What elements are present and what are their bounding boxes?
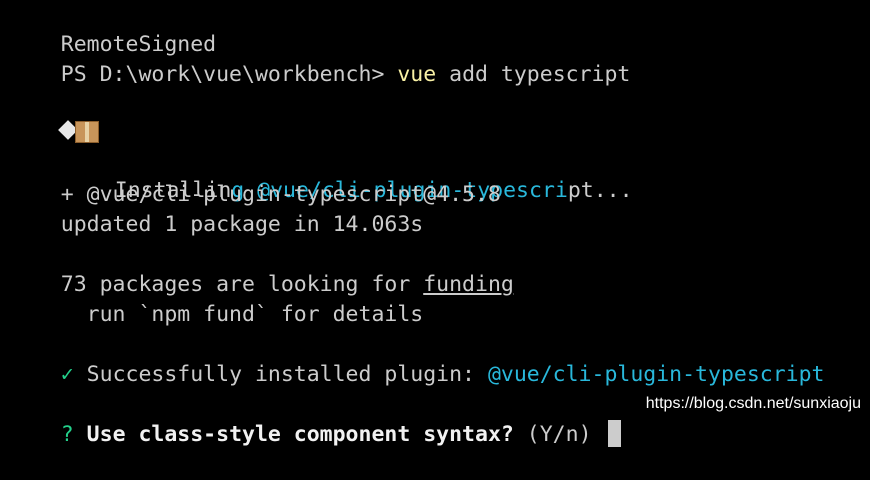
success-package: @vue/cli-plugin-typescript [487,362,825,387]
question-options: (Y/n) [513,422,605,447]
question-mark-icon: ? [60,422,74,447]
question-line: ? Use class-style component syntax? (Y/n… [9,390,622,447]
updated-text: updated 1 package in 14.063s [60,212,424,237]
added-package-line: + @vue/cli-plugin-typescript@4.5.8 [9,150,501,207]
terminal-output: RemoteSigned PS D:\work\vue\workbench> v… [9,0,870,447]
run-fund-line: run `npm fund` for details [9,270,424,327]
funding-line: 73 packages are looking for funding [9,240,514,297]
text-cursor[interactable] [608,420,622,447]
question-box-icon [57,120,101,143]
installing-line: Installing @vue/cli-plugin-typescript... [9,90,633,203]
success-line: ✓ Successfully installed plugin: @vue/cl… [9,330,825,387]
run-fund-text: run `npm fund` for details [60,302,424,327]
success-text: Successfully installed plugin: [73,362,488,387]
installing-suffix: pt... [567,178,633,203]
question-text: Use class-style component syntax? [73,422,514,447]
command-args: add typescript [449,62,631,87]
funding-link[interactable]: funding [423,272,514,297]
watermark: https://blog.csdn.net/sunxiaoju [645,395,861,412]
prompt-text: PS D:\work\vue\workbench> [60,62,385,87]
command-line: PS D:\work\vue\workbench> vue add typesc… [9,30,631,87]
command-name: vue [397,62,437,87]
updated-line: updated 1 package in 14.063s [9,180,423,237]
check-icon: ✓ [60,362,74,387]
output-line-execution-policy: RemoteSigned [9,0,216,57]
